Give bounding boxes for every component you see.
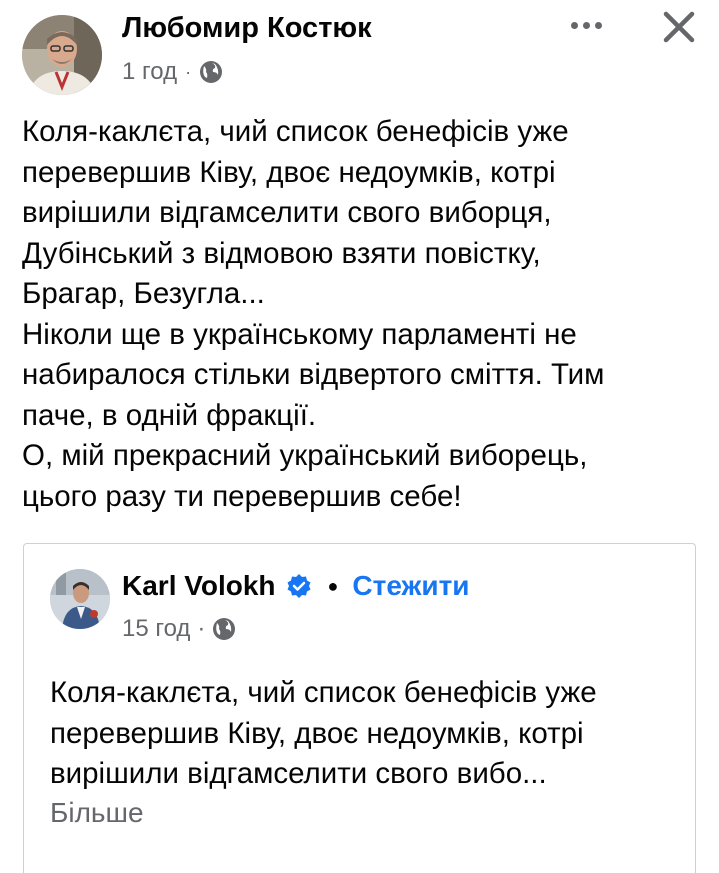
text-line: перевершив Ківу, двоє недоумків, котрі [50, 716, 584, 750]
shared-post-card[interactable]: Karl Volokh ● Стежити 15 год · Коля-какл… [23, 543, 696, 873]
text-line: набиралося стільки відвертого сміття. Ти… [22, 358, 605, 391]
shared-post-time[interactable]: 15 год [122, 615, 190, 643]
shared-author-avatar[interactable] [50, 569, 110, 629]
shared-post-meta: 15 год · [122, 614, 236, 644]
more-options-button[interactable] [566, 10, 606, 40]
see-more-link[interactable]: Більше [50, 797, 144, 829]
author-name[interactable]: Любомир Костюк [122, 12, 372, 45]
verified-badge-icon [287, 574, 311, 598]
shared-author-row: Karl Volokh ● Стежити [122, 568, 470, 604]
post-time[interactable]: 1 год [122, 58, 177, 86]
text-line: паче, в одній фракції. [22, 398, 317, 432]
text-line: Брагар, Безугла... [22, 277, 265, 310]
text-line: цього разу ти перевершив себе! [22, 479, 462, 513]
meta-separator: · [197, 615, 206, 642]
more-horizontal-icon [570, 21, 578, 29]
text-line: Дубінський з відмовою взяти повістку, [22, 236, 541, 270]
globe-icon [200, 61, 223, 83]
text-line: Коля-каклєта, чий список бенефісів уже [22, 115, 569, 148]
close-icon[interactable] [658, 6, 700, 48]
text-line: Ніколи ще в українському парламенті не [22, 317, 577, 351]
post-meta: 1 год · [122, 57, 223, 87]
post-text: Коля-каклєта, чий список бенефісів уже пе… [22, 112, 702, 517]
shared-post-text: Коля-каклєта, чий список бенефісів уже пе… [50, 673, 690, 795]
text-line: вирішили відгамселити свого виборця, [22, 196, 552, 229]
name-separator: ● [327, 575, 339, 596]
meta-separator: · [185, 61, 192, 82]
text-line: вирішили відгамселити свого вибо... [50, 757, 547, 790]
post-header: Любомир Костюк 1 год · [0, 0, 719, 110]
follow-button[interactable]: Стежити [352, 570, 469, 602]
author-avatar[interactable] [22, 15, 102, 95]
shared-author-name[interactable]: Karl Volokh [122, 570, 276, 602]
text-line: перевершив Ківу, двоє недоумків, котрі [22, 155, 556, 189]
text-line: Коля-каклєта, чий список бенефісів уже [50, 676, 597, 709]
globe-icon [213, 618, 236, 640]
text-line: О, мій прекрасний український виборець, [22, 439, 588, 472]
